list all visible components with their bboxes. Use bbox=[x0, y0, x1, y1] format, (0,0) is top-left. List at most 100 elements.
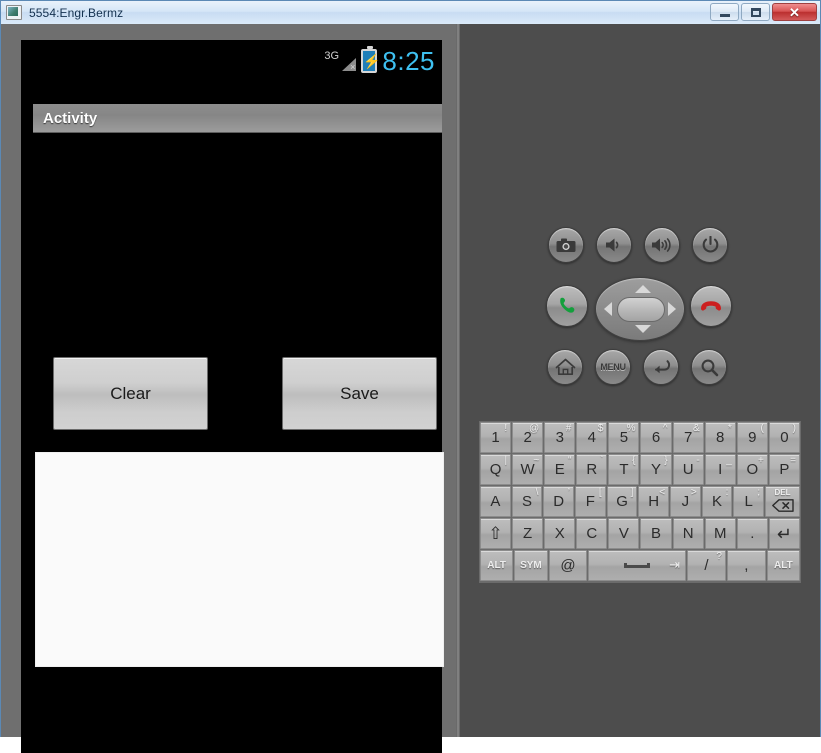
key-b[interactable]: B bbox=[640, 518, 672, 549]
menu-label: MENU bbox=[600, 362, 626, 372]
close-icon: ✕ bbox=[789, 4, 800, 20]
network-type-label: 3G bbox=[324, 50, 340, 62]
key-d[interactable]: D’ bbox=[543, 486, 575, 517]
key-k[interactable]: K: bbox=[701, 486, 733, 517]
phone-screen[interactable]: 3G × ⚡ 8:25 Activity Clear Save bbox=[21, 40, 444, 753]
keyboard-row-home: A S \ D’ F[ G] H < J > K: L; DEL bbox=[480, 486, 801, 517]
key-9[interactable]: 9( bbox=[736, 422, 768, 453]
key-e[interactable]: E “ bbox=[544, 454, 576, 485]
keyboard-row-qwerty: Q | W ~ E “ R ` T{ Y} U- I _ O + P = bbox=[480, 454, 800, 485]
dpad-up-icon[interactable] bbox=[635, 285, 651, 293]
dpad[interactable] bbox=[595, 277, 685, 341]
key-l[interactable]: L; bbox=[733, 486, 765, 517]
key-delete[interactable]: DEL bbox=[765, 486, 801, 517]
key-4[interactable]: 4 $ bbox=[576, 422, 608, 453]
key-h[interactable]: H < bbox=[638, 486, 670, 517]
key-shift[interactable]: ⇧ bbox=[480, 518, 512, 549]
window-titlebar[interactable]: 5554:Engr.Bermz ✕ bbox=[1, 1, 820, 25]
android-status-bar: 3G × ⚡ 8:25 bbox=[21, 40, 442, 93]
key-v[interactable]: V bbox=[608, 518, 640, 549]
key-j[interactable]: J > bbox=[670, 486, 701, 517]
key-a[interactable]: A bbox=[480, 486, 511, 517]
key-m[interactable]: M bbox=[704, 518, 736, 549]
key-alt-right[interactable]: ALT bbox=[766, 550, 800, 581]
signal-3g-icon: 3G × bbox=[322, 48, 357, 74]
key-c[interactable]: C bbox=[576, 518, 608, 549]
dpad-down-icon[interactable] bbox=[635, 325, 651, 333]
emulator-keyboard[interactable]: 1! 2 @ 3 # 4 $ 5% 6 ^ 7 & 8 * 9( 0) Q | W ~ E “ R… bbox=[479, 421, 801, 583]
delete-label: DEL bbox=[774, 488, 791, 497]
maximize-button[interactable] bbox=[741, 3, 770, 21]
volume-down-button[interactable] bbox=[596, 227, 632, 263]
save-button[interactable]: Save bbox=[282, 357, 437, 430]
key-w[interactable]: W ~ bbox=[512, 454, 544, 485]
keyboard-row-numbers: 1! 2 @ 3 # 4 $ 5% 6 ^ 7 & 8 * 9( 0) bbox=[480, 422, 800, 453]
power-icon bbox=[702, 236, 718, 253]
minimize-button[interactable] bbox=[710, 3, 739, 21]
keyboard-row-bottom-letters: ⇧ Z X C V B N M . ↵ bbox=[480, 518, 800, 549]
key-o[interactable]: O + bbox=[736, 454, 768, 485]
key-sym[interactable]: SYM bbox=[514, 550, 548, 581]
emulator-window: 5554:Engr.Bermz ✕ 3G × ⚡ 8:25 Activity C… bbox=[0, 0, 821, 753]
volume-up-icon bbox=[652, 238, 671, 252]
signature-canvas[interactable] bbox=[35, 452, 444, 667]
key-1[interactable]: 1! bbox=[480, 422, 512, 453]
key-7[interactable]: 7 & bbox=[672, 422, 704, 453]
key-period[interactable]: . bbox=[736, 518, 768, 549]
action-button-row: Clear Save bbox=[33, 357, 442, 432]
emulator-control-panel: MENU 1! 2 @ 3 # 4 $ 5 % 6 ^ 7 & 8 * 9 (… bbox=[460, 24, 820, 737]
end-call-button[interactable] bbox=[690, 285, 732, 327]
key-3[interactable]: 3 # bbox=[544, 422, 576, 453]
key-x[interactable]: X bbox=[544, 518, 576, 549]
window-title: 5554:Engr.Bermz bbox=[29, 5, 124, 20]
key-0[interactable]: 0) bbox=[768, 422, 800, 453]
key-alt-left[interactable]: ALT bbox=[480, 550, 514, 581]
key-q[interactable]: Q | bbox=[480, 454, 512, 485]
minimize-icon bbox=[719, 13, 730, 17]
tab-icon: ⇥ bbox=[669, 557, 681, 572]
key-p[interactable]: P = bbox=[768, 454, 800, 485]
dpad-select-button[interactable] bbox=[617, 297, 665, 322]
search-button[interactable] bbox=[691, 349, 727, 385]
key-comma[interactable]: , bbox=[726, 550, 766, 581]
key-n[interactable]: N bbox=[672, 518, 704, 549]
back-arrow-icon bbox=[654, 360, 670, 374]
maximize-icon bbox=[750, 7, 761, 17]
clear-button[interactable]: Clear bbox=[53, 357, 208, 430]
menu-button[interactable]: MENU bbox=[595, 349, 631, 385]
power-button[interactable] bbox=[692, 227, 728, 263]
dpad-right-icon[interactable] bbox=[668, 302, 676, 316]
phone-call-icon bbox=[560, 297, 575, 313]
key-u[interactable]: U- bbox=[672, 454, 704, 485]
volume-down-icon bbox=[606, 238, 619, 252]
back-button[interactable] bbox=[643, 349, 679, 385]
key-6[interactable]: 6 ^ bbox=[640, 422, 672, 453]
key-5[interactable]: 5% bbox=[608, 422, 640, 453]
key-s[interactable]: S \ bbox=[511, 486, 543, 517]
key-8[interactable]: 8 * bbox=[704, 422, 736, 453]
key-g[interactable]: G] bbox=[606, 486, 638, 517]
key-y[interactable]: Y} bbox=[640, 454, 672, 485]
activity-title-bar: Activity bbox=[33, 104, 442, 133]
key-space[interactable]: ⇥ bbox=[588, 550, 687, 581]
dpad-left-icon[interactable] bbox=[604, 302, 612, 316]
camera-button[interactable] bbox=[548, 227, 584, 263]
key-r[interactable]: R ` bbox=[576, 454, 608, 485]
key-f[interactable]: F[ bbox=[575, 486, 606, 517]
key-z[interactable]: Z bbox=[512, 518, 544, 549]
key-i[interactable]: I _ bbox=[704, 454, 736, 485]
key-slash[interactable]: /? bbox=[687, 550, 726, 581]
camera-icon bbox=[556, 238, 576, 252]
space-icon bbox=[624, 563, 651, 568]
close-button[interactable]: ✕ bbox=[772, 3, 817, 21]
key-enter[interactable]: ↵ bbox=[768, 518, 800, 549]
volume-up-button[interactable] bbox=[644, 227, 680, 263]
key-at[interactable]: @ bbox=[548, 550, 588, 581]
key-t[interactable]: T{ bbox=[608, 454, 640, 485]
key-2[interactable]: 2 @ bbox=[512, 422, 544, 453]
emulator-body: 3G × ⚡ 8:25 Activity Clear Save MENU 1 !… bbox=[1, 24, 820, 753]
battery-charging-icon: ⚡ bbox=[361, 46, 381, 73]
call-button[interactable] bbox=[546, 285, 588, 327]
charging-bolt-icon: ⚡ bbox=[363, 53, 381, 69]
home-button[interactable] bbox=[547, 349, 583, 385]
